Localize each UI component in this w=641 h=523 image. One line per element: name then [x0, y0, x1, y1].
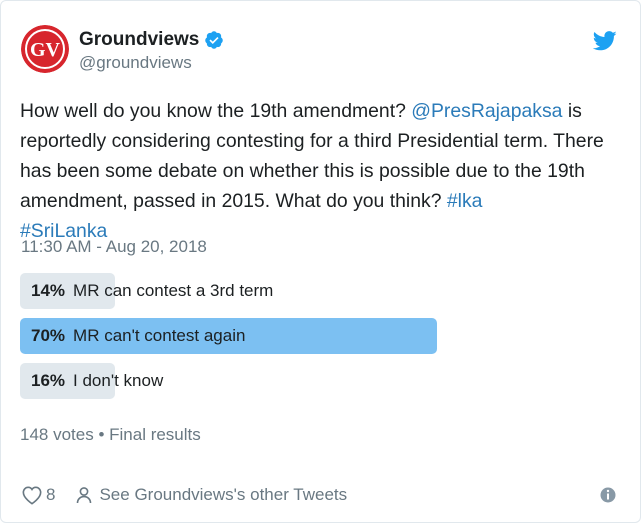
see-other-tweets-link[interactable]: See Groundviews's other Tweets	[99, 485, 347, 505]
groundviews-logo-avatar[interactable]: GV	[21, 25, 69, 73]
heart-icon[interactable]	[21, 485, 43, 505]
poll-choice: 70% MR can't contest again	[20, 318, 440, 354]
poll-choice-text: 70% MR can't contest again	[31, 318, 245, 354]
info-icon[interactable]	[599, 486, 617, 504]
poll-choice-percent: 70%	[31, 326, 66, 345]
tweet-text: How well do you know the 19th amendment?…	[20, 96, 620, 246]
account-handle[interactable]: @groundviews	[79, 53, 192, 73]
twitter-bird-icon[interactable]	[592, 31, 617, 51]
hashtag-link-lka[interactable]: #lka	[447, 190, 483, 212]
poll-choice-text: 16% I don't know	[31, 363, 163, 399]
tweet-text-part: How well do you know the 19th amendment?	[20, 100, 412, 122]
poll: 14% MR can contest a 3rd term 70% MR can…	[20, 273, 440, 408]
poll-choice: 16% I don't know	[20, 363, 440, 399]
display-name[interactable]: Groundviews	[79, 29, 199, 51]
tweet-header: GV Groundviews @groundviews	[21, 25, 621, 77]
name-row: Groundviews	[79, 29, 224, 51]
poll-choice-percent: 14%	[31, 281, 66, 300]
person-icon	[75, 486, 93, 504]
mention-link[interactable]: @PresRajapaksa	[411, 100, 562, 122]
tweet-footer: 8 See Groundviews's other Tweets	[21, 483, 621, 507]
poll-choice-label: MR can't contest again	[73, 326, 246, 345]
like-count[interactable]: 8	[46, 485, 55, 505]
logo-text: GV	[30, 39, 61, 61]
embedded-tweet-card: GV Groundviews @groundviews How well do …	[0, 0, 641, 523]
verified-badge-icon	[204, 30, 224, 50]
poll-choice-percent: 16%	[31, 371, 66, 390]
poll-choice: 14% MR can contest a 3rd term	[20, 273, 440, 309]
tweet-timestamp[interactable]: 11:30 AM - Aug 20, 2018	[21, 237, 207, 257]
poll-choice-label: MR can contest a 3rd term	[73, 281, 274, 300]
poll-choice-label: I don't know	[73, 371, 164, 390]
poll-results-meta: 148 votes • Final results	[20, 425, 201, 444]
poll-choice-text: 14% MR can contest a 3rd term	[31, 273, 273, 309]
